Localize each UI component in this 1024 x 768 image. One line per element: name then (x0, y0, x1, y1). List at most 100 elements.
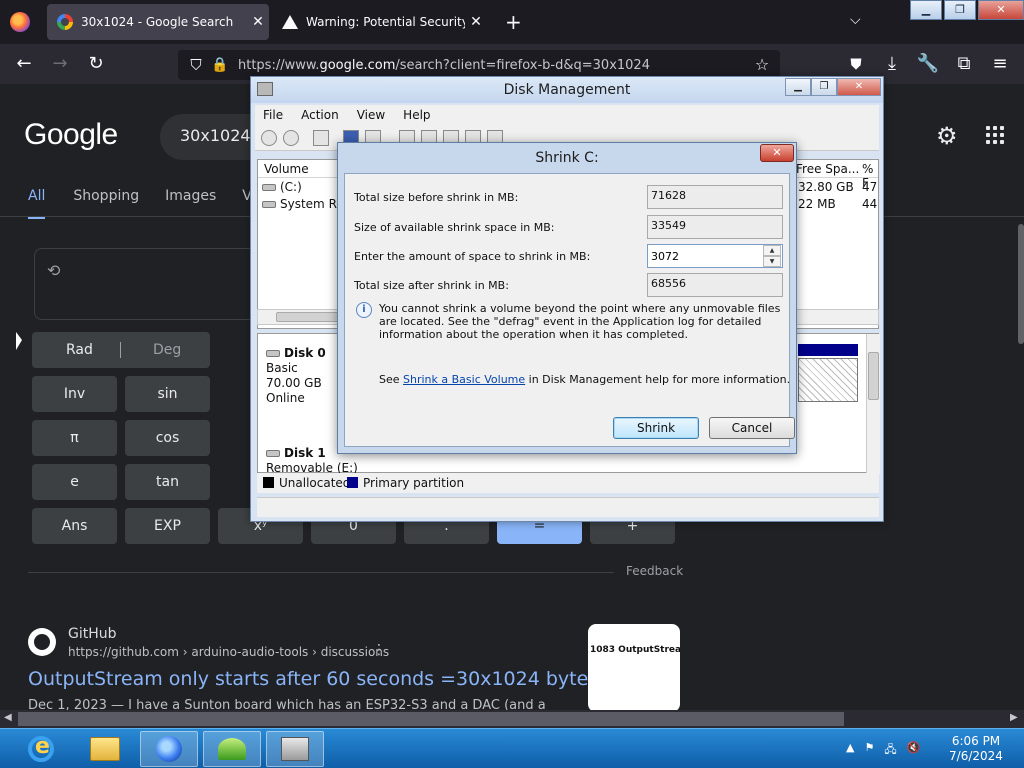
new-tab-button[interactable]: + (505, 10, 522, 34)
internet-explorer-taskbar-button[interactable] (12, 731, 70, 767)
spin-down-icon[interactable]: ▼ (763, 256, 781, 267)
close-window-button[interactable]: ✕ (978, 0, 1024, 20)
tab-images[interactable]: Images (165, 188, 216, 219)
forward-icon[interactable] (283, 130, 299, 146)
column-volume[interactable]: Volume (264, 162, 309, 176)
downloads-icon[interactable]: ⤓ (880, 52, 904, 76)
tab-close-icon[interactable]: ✕ (465, 14, 487, 30)
calc-inv-button[interactable]: Inv (32, 376, 117, 412)
clock[interactable]: 6:06 PM 7/6/2024 (938, 734, 1014, 764)
cancel-button[interactable]: Cancel (709, 417, 795, 439)
deg-option[interactable]: Deg (153, 342, 181, 358)
spin-up-icon[interactable]: ▲ (763, 245, 781, 256)
feedback-link[interactable]: Feedback (626, 564, 683, 578)
tab-close-icon[interactable]: ✕ (247, 14, 269, 30)
tab-all[interactable]: All (28, 188, 46, 219)
show-hidden-icons-icon[interactable]: ▲ (846, 741, 854, 760)
extensions-icon[interactable]: ⧉ (952, 52, 976, 76)
result-site-name[interactable]: GitHub (68, 626, 117, 642)
calc-tan-button[interactable]: tan (125, 464, 210, 500)
more-options-icon[interactable]: ⋮ (372, 642, 386, 658)
clock-time: 6:06 PM (951, 734, 1001, 748)
reload-icon[interactable]: ↻ (84, 52, 108, 76)
file-explorer-taskbar-button[interactable] (76, 731, 134, 767)
hamburger-menu-icon[interactable]: ≡ (988, 52, 1012, 76)
volume-muted-icon[interactable]: 🔇 (907, 741, 921, 760)
github-icon[interactable] (28, 628, 56, 656)
wrench-icon[interactable]: 🔧 (916, 52, 940, 76)
forward-arrow-icon[interactable]: → (48, 52, 72, 76)
tab-google-search[interactable]: 30x1024 - Google Search ✕ (47, 4, 269, 40)
google-favicon-icon (57, 14, 73, 30)
horizontal-scrollbar[interactable]: ◀ ▶ (0, 710, 1024, 728)
gear-icon[interactable]: ⚙ (936, 122, 958, 150)
network-icon[interactable]: 🖧 (884, 741, 896, 760)
shield-icon[interactable]: ⛉ (184, 53, 208, 77)
action-center-flag-icon[interactable]: ⚑ (864, 741, 874, 760)
calc-sin-button[interactable]: sin (125, 376, 210, 412)
minimize-button[interactable]: ▁ (785, 78, 811, 96)
firefox-taskbar-button[interactable] (140, 731, 198, 767)
lock-icon[interactable]: 🔒 (208, 53, 232, 77)
shrink-dialog-title: Shrink C: (535, 150, 599, 166)
show-hide-tree-icon[interactable] (313, 130, 329, 146)
menu-help[interactable]: Help (403, 108, 430, 125)
shrink-button[interactable]: Shrink (613, 417, 699, 439)
close-window-button[interactable]: ✕ (837, 78, 881, 96)
tab-security-warning[interactable]: Warning: Potential Security Risk ✕ (272, 4, 487, 40)
disk-view-scrollbar[interactable] (866, 334, 880, 474)
scrollbar-thumb[interactable] (18, 712, 844, 726)
google-logo[interactable]: Google (24, 118, 118, 152)
download-manager-taskbar-button[interactable] (203, 731, 261, 767)
maximize-button[interactable]: ❐ (811, 78, 837, 96)
history-icon[interactable]: ⟲ (47, 261, 60, 280)
pocket-icon[interactable]: ⛊ (844, 52, 868, 76)
result-url[interactable]: https://github.com › arduino-audio-tools… (68, 645, 389, 659)
calc-e-button[interactable]: e (32, 464, 117, 500)
menu-view[interactable]: View (357, 108, 385, 125)
bookmark-star-icon[interactable]: ☆ (750, 53, 774, 77)
apps-grid-icon[interactable] (986, 126, 1004, 144)
minimize-button[interactable]: ▁ (910, 0, 942, 20)
menu-action[interactable]: Action (301, 108, 339, 125)
primary-partition-bar[interactable] (798, 344, 858, 356)
volume-row[interactable]: (C:) (262, 180, 302, 194)
selected-partition-block[interactable] (798, 358, 858, 402)
tab-shopping[interactable]: Shopping (73, 188, 139, 219)
calc-pi-button[interactable]: π (32, 420, 117, 456)
status-bar (257, 497, 879, 517)
rad-option[interactable]: Rad (66, 342, 93, 358)
calc-ans-button[interactable]: Ans (32, 508, 117, 544)
shrink-basic-volume-link[interactable]: Shrink a Basic Volume (403, 373, 525, 386)
menu-file[interactable]: File (263, 108, 283, 125)
legend-primary-partition: Primary partition (363, 476, 465, 490)
firefox-icon[interactable] (10, 12, 30, 32)
result-thumbnail[interactable]: 1083 OutputStream only starts after 60 s… (588, 624, 680, 712)
shrink-amount-spinner[interactable]: ▲ ▼ (763, 245, 781, 267)
maximize-button[interactable]: ❐ (944, 0, 976, 20)
shrink-dialog: Shrink C: ✕ Total size before shrink in … (337, 142, 797, 454)
scroll-right-arrow-icon[interactable]: ▶ (1010, 712, 1018, 723)
calc-exp-button[interactable]: EXP (125, 508, 210, 544)
close-dialog-button[interactable]: ✕ (760, 144, 794, 162)
column-free-space[interactable]: Free Spa... (796, 162, 859, 176)
calc-cos-button[interactable]: cos (125, 420, 210, 456)
list-all-tabs-chevron-icon[interactable]: ⌵ (850, 12, 861, 28)
free-space-value: 32.80 GB (798, 180, 854, 194)
internet-explorer-icon (28, 734, 54, 762)
disk-management-titlebar[interactable]: Disk Management ▁ ❐ ✕ (251, 77, 883, 103)
back-arrow-icon[interactable]: ← (12, 52, 36, 76)
disk-0-label[interactable]: Disk 0 Basic 70.00 GB Online (266, 346, 326, 406)
scrollbar-thumb[interactable] (276, 312, 346, 322)
scroll-left-arrow-icon[interactable]: ◀ (4, 712, 12, 723)
url-text[interactable]: https://www.google.com/search?client=fir… (238, 58, 650, 73)
disk-management-taskbar-button[interactable] (266, 731, 324, 767)
legend-unallocated: Unallocated (279, 476, 351, 490)
page-scrollbar[interactable] (1018, 224, 1024, 344)
back-icon[interactable] (261, 130, 277, 146)
result-title-link[interactable]: OutputStream only starts after 60 second… (28, 668, 598, 690)
scrollbar-thumb[interactable] (868, 352, 879, 400)
warning-icon (282, 15, 298, 29)
shrink-dialog-titlebar[interactable]: Shrink C: ✕ (338, 143, 796, 171)
rad-deg-toggle[interactable]: Rad Deg (32, 332, 210, 368)
